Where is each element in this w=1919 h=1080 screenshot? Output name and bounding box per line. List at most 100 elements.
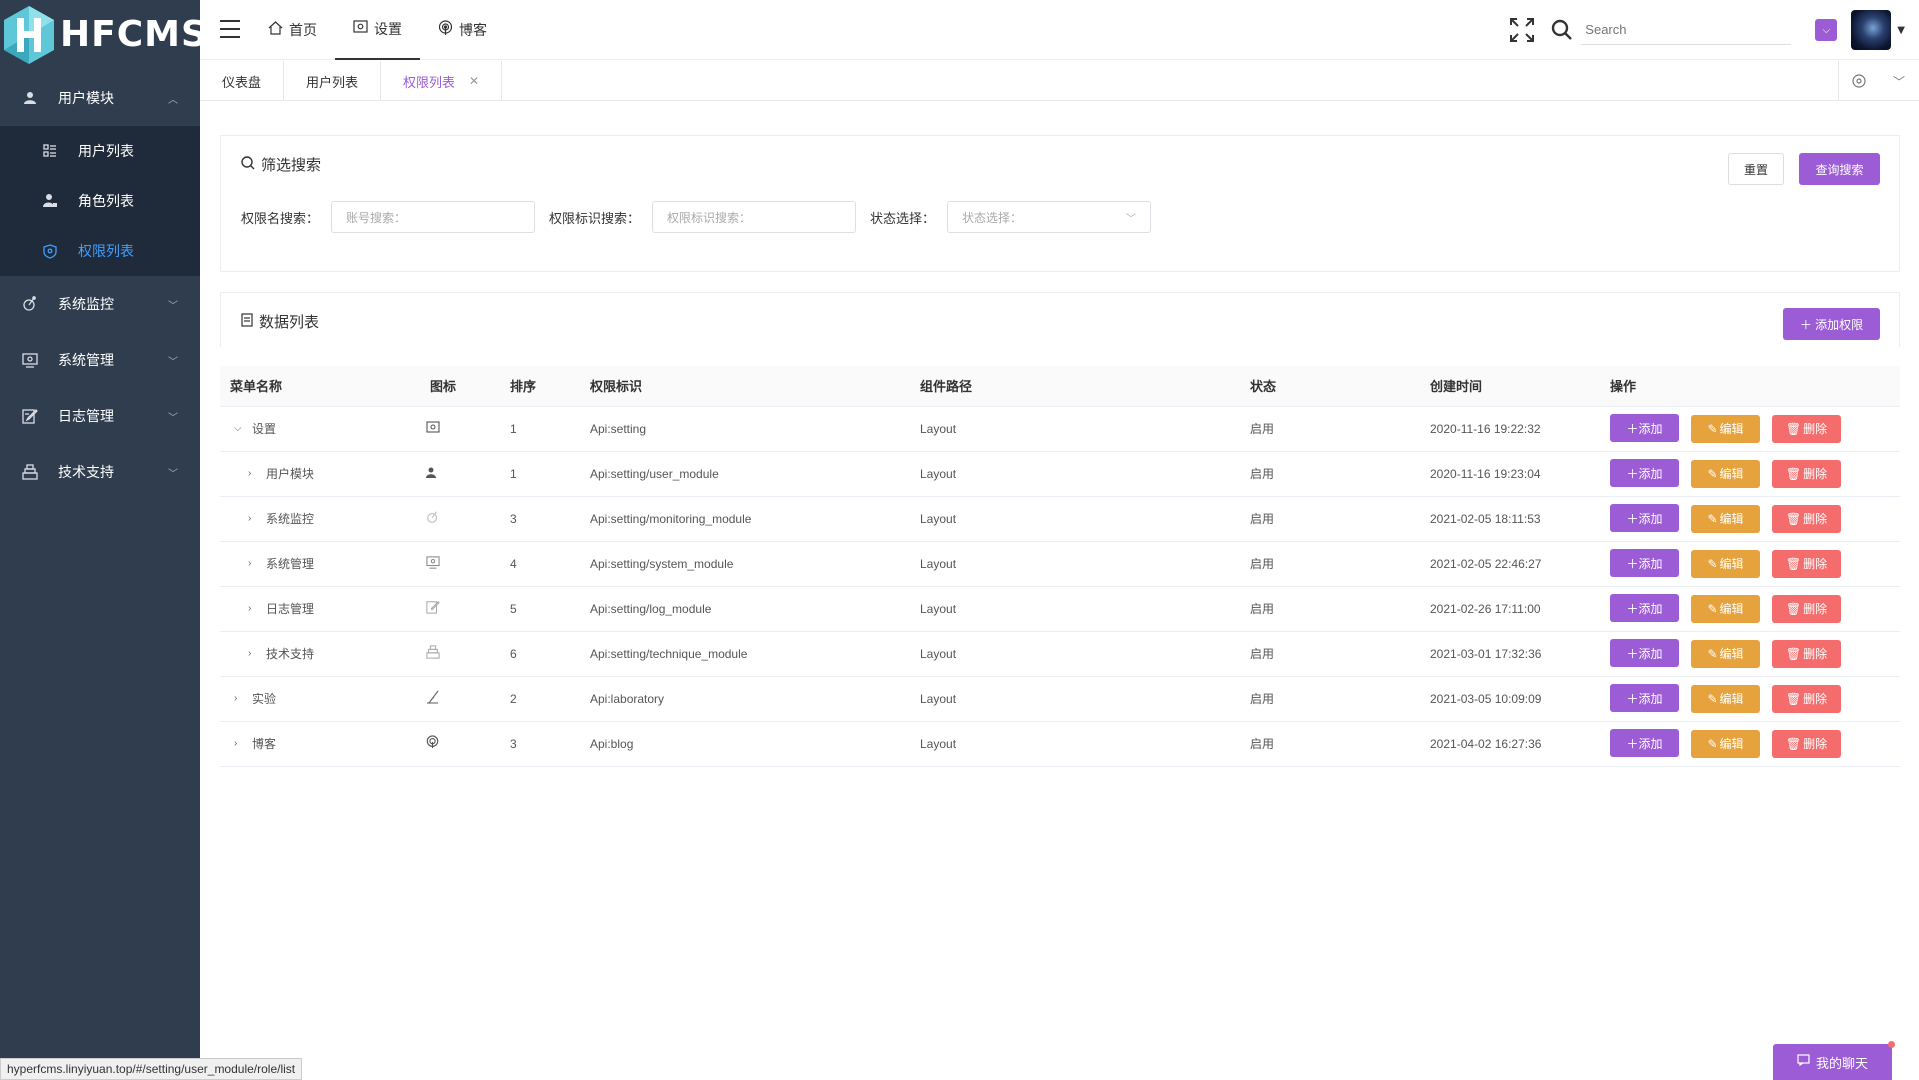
sidebar-group-system[interactable]: 系统管理 ﹀ [0,332,200,388]
sidebar-group-label: 技术支持 [58,465,114,481]
sidebar-item-permission-list[interactable]: 权限列表 [0,226,200,276]
expand-toggle-icon[interactable]: › [248,468,260,479]
edit-icon: ✎ [1707,556,1718,571]
dropdown-toggle-button[interactable]: ⌵ [1815,19,1838,41]
component-path: Layout [920,691,957,706]
monitor-icon [426,511,440,527]
close-icon[interactable]: ✕ [469,74,479,88]
col-ident: 权限标识 [580,366,910,407]
expand-toggle-icon[interactable]: › [248,513,260,524]
sidebar-item-user-list[interactable]: 用户列表 [0,126,200,176]
sidebar-group-log[interactable]: 日志管理 ﹀ [0,388,200,444]
col-menu-name: 菜单名称 [220,366,420,407]
hamburger-menu-icon[interactable] [220,20,240,38]
expand-toggle-icon[interactable]: › [234,738,246,749]
row-edit-button[interactable]: ✎ 编辑 [1691,639,1760,668]
tab-permission-list[interactable]: 权限列表 ✕ [381,61,503,101]
permission-ident: Api:setting/monitoring_module [590,511,752,526]
row-edit-button[interactable]: ✎ 编辑 [1691,729,1760,758]
table-body: ⌵ 设置 1 Api:setting Layout 启用 2020-11-16 19:22:… [220,406,1900,766]
add-permission-button[interactable]: ＋ 添加权限 [1783,308,1880,340]
sidebar-group-user-module[interactable]: 用户模块 ︿ [0,70,200,126]
row-edit-button[interactable]: ✎ 编辑 [1691,459,1760,488]
log-icon [426,601,440,617]
expand-toggle-icon[interactable]: › [248,648,260,659]
tab-dashboard[interactable]: 仪表盘 [200,61,285,101]
status-value: 启用 [1250,692,1275,706]
expand-toggle-icon[interactable]: ⌵ [234,423,246,434]
sidebar-group-support[interactable]: 技术支持 ﹀ [0,444,200,500]
row-add-button[interactable]: ＋添加 [1610,549,1679,578]
row-edit-button[interactable]: ✎ 编辑 [1691,414,1760,443]
chevron-up-icon: ︿ [168,94,178,106]
tabs-bar: 仪表盘 用户列表 权限列表 ✕ ﹀ [200,61,1919,101]
col-actions: 操作 [1600,366,1900,407]
menu-name: 日志管理 [266,602,315,616]
permission-name-input[interactable]: 账号搜索： [331,201,536,233]
chevron-down-icon: ﹀ [168,356,178,368]
row-add-button[interactable]: ＋添加 [1610,684,1679,713]
row-delete-button[interactable]: 🗑 删除 [1772,459,1841,488]
row-add-button[interactable]: ＋添加 [1610,729,1679,758]
top-nav-settings[interactable]: 设置 [335,0,420,60]
expand-toggle-icon[interactable]: › [234,693,246,704]
expand-toggle-icon[interactable]: › [248,558,260,569]
my-chat-button[interactable]: 我的聊天 [1773,1041,1895,1080]
row-edit-button[interactable]: ✎ 编辑 [1691,504,1760,533]
sidebar-group-monitoring[interactable]: 系统监控 ﹀ [0,276,200,332]
chevron-down-icon[interactable]: ﹀ [1879,61,1919,101]
row-edit-button[interactable]: ✎ 编辑 [1691,684,1760,713]
row-edit-button[interactable]: ✎ 编辑 [1691,549,1760,578]
data-list-title: 数据列表 [241,311,319,332]
component-path: Layout [920,511,957,526]
notification-dot [1888,1041,1895,1048]
permission-ident-input[interactable]: 权限标识搜索： [652,201,857,233]
sidebar-item-label: 权限列表 [78,244,134,260]
role-icon [42,193,58,209]
close-circle-icon[interactable] [1839,61,1879,101]
row-add-button[interactable]: ＋添加 [1610,459,1679,488]
menu-name: 系统监控 [266,512,315,526]
menu-name: 用户模块 [266,467,315,481]
status-select-label: 状态选择： [870,211,936,227]
sidebar-group-label: 用户模块 [58,91,114,107]
row-delete-button[interactable]: 🗑 删除 [1772,504,1841,533]
row-delete-button[interactable]: 🗑 删除 [1772,684,1841,713]
row-add-button[interactable]: ＋添加 [1610,414,1679,443]
caret-down-icon[interactable]: ▼ [1897,25,1905,36]
edit-label: 编辑 [1719,602,1744,617]
row-delete-button[interactable]: 🗑 删除 [1772,729,1841,758]
status-value: 启用 [1250,512,1275,526]
edit-label: 编辑 [1719,512,1744,527]
row-add-button[interactable]: ＋添加 [1610,639,1679,668]
row-delete-button[interactable]: 🗑 删除 [1772,594,1841,623]
reset-button[interactable]: 重置 [1728,153,1784,185]
component-path: Layout [920,421,957,436]
status-select[interactable]: 状态选择： ﹀ [947,201,1152,233]
col-created: 创建时间 [1420,366,1600,407]
query-button[interactable]: 查询搜索 [1799,153,1880,185]
search-input[interactable] [1581,15,1792,45]
avatar[interactable] [1851,10,1892,50]
sidebar-item-role-list[interactable]: 角色列表 [0,176,200,226]
row-add-button[interactable]: ＋添加 [1610,594,1679,623]
top-nav-home[interactable]: 首页 [250,0,335,60]
search-icon[interactable] [1551,19,1573,41]
fullscreen-icon[interactable] [1509,17,1535,43]
row-delete-button[interactable]: 🗑 删除 [1772,549,1841,578]
row-edit-button[interactable]: ✎ 编辑 [1691,594,1760,623]
logo-text: HFCMS [60,13,208,55]
logo[interactable]: HFCMS [0,0,207,68]
row-add-button[interactable]: ＋添加 [1610,504,1679,533]
tab-user-list[interactable]: 用户列表 [284,61,382,101]
table-row: › 系统管理 4 Api:setting/system_module Layout 启用 2… [220,541,1900,586]
status-url: hyperfcms.linyiyuan.top/#/setting/user_m… [0,1058,303,1080]
lab-icon [426,690,439,707]
top-nav-blog[interactable]: 博客 [420,0,505,60]
row-delete-button[interactable]: 🗑 删除 [1772,639,1841,668]
menu-name: 系统管理 [266,557,315,571]
delete-label: 删除 [1803,557,1828,572]
expand-toggle-icon[interactable]: › [248,603,260,614]
created-time: 2021-02-05 22:46:27 [1430,556,1542,571]
row-delete-button[interactable]: 🗑 删除 [1772,414,1841,443]
